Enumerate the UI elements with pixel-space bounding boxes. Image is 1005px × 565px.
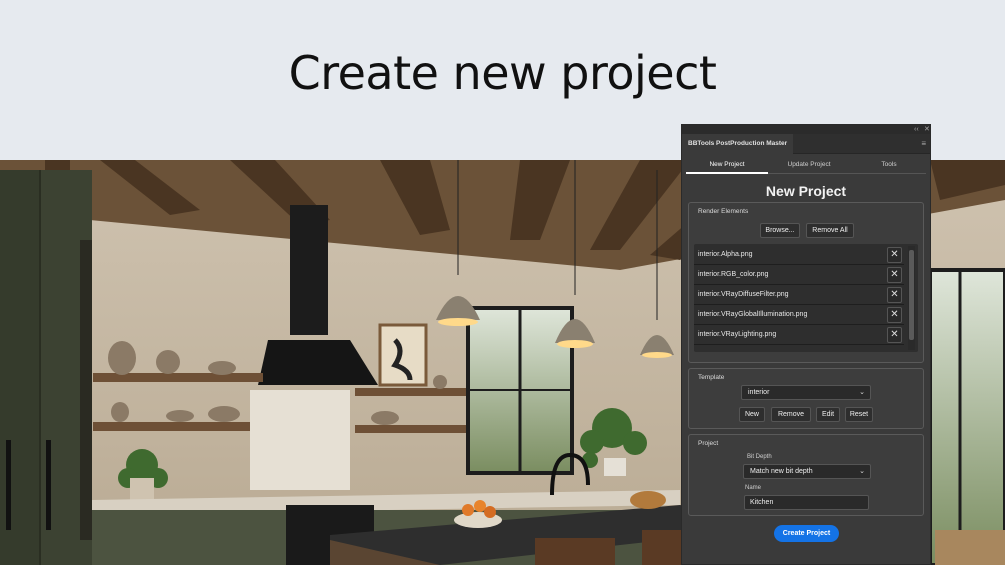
- template-label: Template: [698, 374, 725, 381]
- template-remove-button[interactable]: Remove: [771, 407, 811, 422]
- panel-window-title: BBTools PostProduction Master: [682, 134, 794, 154]
- file-name: interior.VRayGlobalIllumination.png: [698, 311, 808, 318]
- file-name: interior.RGB_color.png: [698, 271, 769, 278]
- remove-file-button[interactable]: ✕: [887, 307, 902, 323]
- render-elements-group: Render Elements Browse... Remove All int…: [688, 202, 924, 363]
- template-new-button[interactable]: New: [739, 407, 765, 422]
- template-select[interactable]: interior ⌄: [741, 385, 871, 400]
- remove-file-button[interactable]: ✕: [887, 267, 902, 283]
- close-icon[interactable]: ✕: [924, 125, 930, 134]
- tab-new-project[interactable]: New Project: [686, 156, 768, 174]
- chevron-down-icon: ⌄: [859, 389, 865, 396]
- file-name: interior.VRayDiffuseFilter.png: [698, 291, 789, 298]
- list-item[interactable]: interior.VRayDiffuseFilter.png ✕: [694, 286, 904, 305]
- bbtools-panel: ‹‹ ✕ BBTools PostProduction Master ≡ New…: [681, 124, 931, 565]
- tab-tools[interactable]: Tools: [850, 156, 928, 174]
- browse-button[interactable]: Browse...: [760, 223, 800, 238]
- list-item[interactable]: interior.VRayLighting.png ✕: [694, 326, 904, 345]
- list-scrollbar[interactable]: [908, 246, 915, 350]
- bit-depth-select[interactable]: Match new bit depth ⌄: [743, 464, 871, 479]
- list-item[interactable]: interior.Alpha.png ✕: [694, 246, 904, 265]
- remove-file-button[interactable]: ✕: [887, 327, 902, 343]
- file-name: interior.Alpha.png: [698, 251, 753, 258]
- panel-header: BBTools PostProduction Master ≡: [682, 134, 930, 154]
- tab-update-project[interactable]: Update Project: [768, 156, 850, 174]
- bit-depth-value: Match new bit depth: [750, 468, 813, 475]
- scrollbar-thumb[interactable]: [909, 250, 914, 340]
- bit-depth-label: Bit Depth: [747, 454, 772, 460]
- remove-all-button[interactable]: Remove All: [806, 223, 854, 238]
- render-elements-label: Render Elements: [698, 208, 749, 215]
- render-elements-list: interior.Alpha.png ✕ interior.RGB_color.…: [694, 244, 918, 352]
- tab-bar: New Project Update Project Tools: [686, 156, 926, 174]
- project-name-field[interactable]: Kitchen: [744, 495, 869, 510]
- project-label: Project: [698, 440, 719, 447]
- chevron-down-icon: ⌄: [859, 468, 865, 475]
- file-name: interior.VRayLighting.png: [698, 331, 777, 338]
- template-edit-button[interactable]: Edit: [816, 407, 840, 422]
- collapse-icon[interactable]: ‹‹: [914, 125, 919, 134]
- panel-menu-icon[interactable]: ≡: [921, 139, 926, 148]
- banner-title: Create new project: [288, 46, 717, 100]
- list-item[interactable]: interior.RGB_color.png ✕: [694, 266, 904, 285]
- name-label: Name: [745, 485, 762, 491]
- template-reset-button[interactable]: Reset: [845, 407, 873, 422]
- list-item[interactable]: interior.VRayGlobalIllumination.png ✕: [694, 306, 904, 325]
- template-group: Template interior ⌄ New Remove Edit Rese…: [688, 368, 924, 429]
- create-project-button[interactable]: Create Project: [774, 525, 839, 542]
- page-title: New Project: [765, 183, 847, 199]
- template-selected-value: interior: [748, 389, 770, 396]
- project-group: Project Bit Depth Match new bit depth ⌄ …: [688, 434, 924, 516]
- panel-topbar: ‹‹ ✕: [682, 125, 930, 134]
- remove-file-button[interactable]: ✕: [887, 287, 902, 303]
- remove-file-button[interactable]: ✕: [887, 247, 902, 263]
